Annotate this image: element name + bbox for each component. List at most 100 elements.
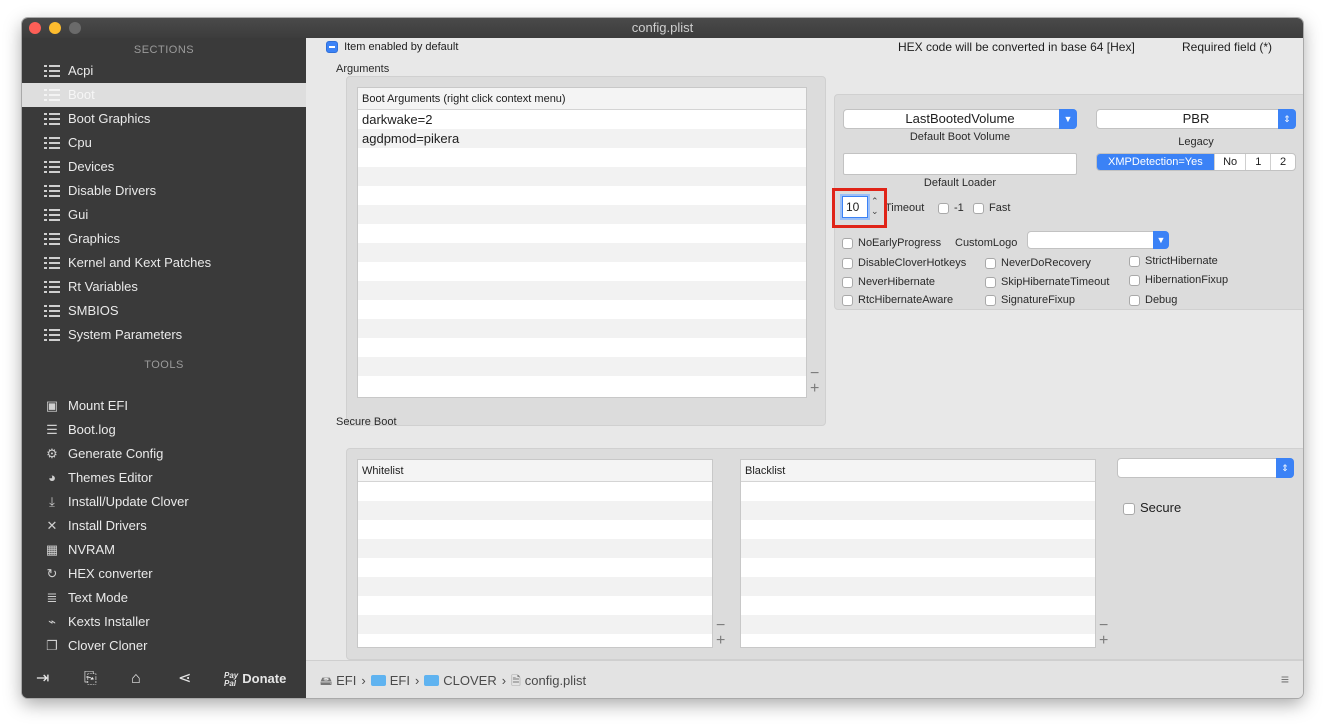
whitelist-add-button[interactable]: + xyxy=(716,633,725,649)
table-row[interactable] xyxy=(358,357,806,376)
fast-checkbox[interactable] xyxy=(973,202,984,214)
disable-clover-hotkeys-option[interactable]: DisableCloverHotkeys xyxy=(842,257,966,269)
strict-hibernate-option[interactable]: StrictHibernate xyxy=(1129,255,1218,267)
table-row[interactable] xyxy=(358,205,806,224)
table-row[interactable] xyxy=(358,167,806,186)
rtc-hibernate-aware-checkbox[interactable] xyxy=(842,294,853,306)
legacy-combo[interactable]: PBR ⇕ xyxy=(1096,109,1296,129)
table-row[interactable] xyxy=(358,319,806,338)
tools-title: TOOLS xyxy=(144,359,184,371)
sidebar-item-system-parameters[interactable]: System Parameters xyxy=(22,323,306,347)
import-icon[interactable]: ⇥ xyxy=(36,670,49,688)
tool-item-themes-editor[interactable]: ◕ Themes Editor xyxy=(22,466,306,490)
blacklist-add-button[interactable]: + xyxy=(1099,633,1108,649)
xmp-detection-segmented[interactable]: XMPDetection=Yes No 1 2 xyxy=(1096,153,1296,171)
list-lines-icon[interactable]: ≡ xyxy=(1281,671,1289,687)
minus-one-checkbox[interactable] xyxy=(938,202,949,214)
disable-clover-hotkeys-checkbox[interactable] xyxy=(842,257,853,269)
table-row[interactable] xyxy=(358,262,806,281)
item-enabled-checkbox[interactable] xyxy=(326,41,338,54)
table-row[interactable] xyxy=(358,300,806,319)
sidebar-item-smbios[interactable]: SMBIOS xyxy=(22,299,306,323)
signature-fixup-option[interactable]: SignatureFixup xyxy=(985,294,1075,306)
never-do-recovery-checkbox[interactable] xyxy=(985,257,996,269)
tool-item-clover-cloner[interactable]: ❐ Clover Cloner xyxy=(22,634,306,658)
donate-button[interactable]: Pay Pal Donate xyxy=(224,668,286,690)
sidebar-item-rt-variables[interactable]: Rt Variables xyxy=(22,275,306,299)
custom-logo-combo[interactable]: ▼ xyxy=(1027,231,1169,249)
fast-option[interactable]: Fast xyxy=(973,202,1010,214)
table-row[interactable] xyxy=(358,186,806,205)
sidebar-item-kernel-and-kext-patches[interactable]: Kernel and Kext Patches xyxy=(22,251,306,275)
no-early-progress-checkbox[interactable] xyxy=(842,237,853,249)
tool-item-nvram[interactable]: ▦ NVRAM xyxy=(22,538,306,562)
xmp-option-yes[interactable]: XMPDetection=Yes xyxy=(1097,154,1214,170)
default-loader-field[interactable] xyxy=(843,153,1077,175)
skip-hibernate-timeout-option[interactable]: SkipHibernateTimeout xyxy=(985,276,1109,288)
hibernation-fixup-checkbox[interactable] xyxy=(1129,274,1140,286)
tool-item-kexts-installer[interactable]: ⌁ Kexts Installer xyxy=(22,610,306,634)
secure-option[interactable]: Secure xyxy=(1123,500,1181,515)
breadcrumb-item[interactable]: CLOVER xyxy=(443,673,496,688)
boot-arguments-table[interactable]: Boot Arguments (right click context menu… xyxy=(357,87,807,398)
debug-option[interactable]: Debug xyxy=(1129,294,1177,306)
tool-item-install-update-clover[interactable]: ⤓ Install/Update Clover xyxy=(22,490,306,514)
never-do-recovery-option[interactable]: NeverDoRecovery xyxy=(985,257,1091,269)
breadcrumb-item[interactable]: EFI xyxy=(390,673,410,688)
never-hibernate-checkbox[interactable] xyxy=(842,276,853,288)
export-file-icon[interactable]: ⎘ xyxy=(84,670,97,688)
debug-checkbox[interactable] xyxy=(1129,294,1140,306)
share-icon[interactable]: ⋖ xyxy=(178,670,191,688)
add-argument-button[interactable]: + xyxy=(810,381,819,397)
skip-hibernate-timeout-checkbox[interactable] xyxy=(985,276,996,288)
tool-item-generate-config[interactable]: ⚙ Generate Config xyxy=(22,442,306,466)
default-boot-volume-combo[interactable]: LastBootedVolume ▼ xyxy=(843,109,1077,129)
table-row[interactable] xyxy=(358,338,806,357)
table-row[interactable]: agdpmod=pikera xyxy=(358,129,806,148)
secure-boot-policy-combo[interactable]: ⇕ xyxy=(1117,458,1294,478)
xmp-option-2[interactable]: 2 xyxy=(1270,154,1295,170)
table-row[interactable] xyxy=(358,281,806,300)
strict-hibernate-checkbox[interactable] xyxy=(1129,255,1140,267)
blacklist-remove-button[interactable]: − xyxy=(1099,618,1108,634)
tool-item-label: Boot.log xyxy=(68,422,116,437)
tool-item-install-drivers[interactable]: ✕ Install Drivers xyxy=(22,514,306,538)
sidebar-item-cpu[interactable]: Cpu xyxy=(22,131,306,155)
tool-item-hex-converter[interactable]: ↻ HEX converter xyxy=(22,562,306,586)
breadcrumb-item[interactable]: EFI xyxy=(336,673,356,688)
home-icon[interactable]: ⌂ xyxy=(131,670,141,688)
list-icon xyxy=(44,65,60,77)
sidebar-item-boot-graphics[interactable]: Boot Graphics xyxy=(22,107,306,131)
rtc-hibernate-aware-option[interactable]: RtcHibernateAware xyxy=(842,294,953,306)
signature-fixup-checkbox[interactable] xyxy=(985,294,996,306)
blacklist-table[interactable]: Blacklist xyxy=(740,459,1096,648)
sidebar-item-boot[interactable]: Boot xyxy=(22,83,306,107)
sidebar-item-label: Devices xyxy=(68,159,115,174)
sidebar-item-gui[interactable]: Gui xyxy=(22,203,306,227)
no-early-progress-option[interactable]: NoEarlyProgress xyxy=(842,237,941,249)
whitelist-remove-button[interactable]: − xyxy=(716,618,725,634)
table-row[interactable]: darkwake=2 xyxy=(358,110,806,129)
sidebar-item-devices[interactable]: Devices xyxy=(22,155,306,179)
breadcrumb-item[interactable]: config.plist xyxy=(525,673,586,688)
hibernation-fixup-option[interactable]: HibernationFixup xyxy=(1129,274,1228,286)
zoom-window-button[interactable] xyxy=(69,22,81,34)
remove-argument-button[interactable]: − xyxy=(810,366,819,382)
sidebar-item-acpi[interactable]: Acpi xyxy=(22,59,306,83)
xmp-option-1[interactable]: 1 xyxy=(1245,154,1270,170)
secure-checkbox[interactable] xyxy=(1123,502,1135,515)
tool-item-mount-efi[interactable]: ▣ Mount EFI xyxy=(22,394,306,418)
table-row[interactable] xyxy=(358,224,806,243)
sidebar-item-disable-drivers[interactable]: Disable Drivers xyxy=(22,179,306,203)
table-row[interactable] xyxy=(358,148,806,167)
never-hibernate-option[interactable]: NeverHibernate xyxy=(842,276,935,288)
tool-item-text-mode[interactable]: ≣ Text Mode xyxy=(22,586,306,610)
minus-one-option[interactable]: -1 xyxy=(938,202,964,214)
whitelist-table[interactable]: Whitelist xyxy=(357,459,713,648)
table-row[interactable] xyxy=(358,243,806,262)
close-window-button[interactable] xyxy=(29,22,41,34)
tool-item-boot-log[interactable]: ☰ Boot.log xyxy=(22,418,306,442)
sidebar-item-graphics[interactable]: Graphics xyxy=(22,227,306,251)
minimize-window-button[interactable] xyxy=(49,22,61,34)
xmp-option-no[interactable]: No xyxy=(1213,154,1246,170)
